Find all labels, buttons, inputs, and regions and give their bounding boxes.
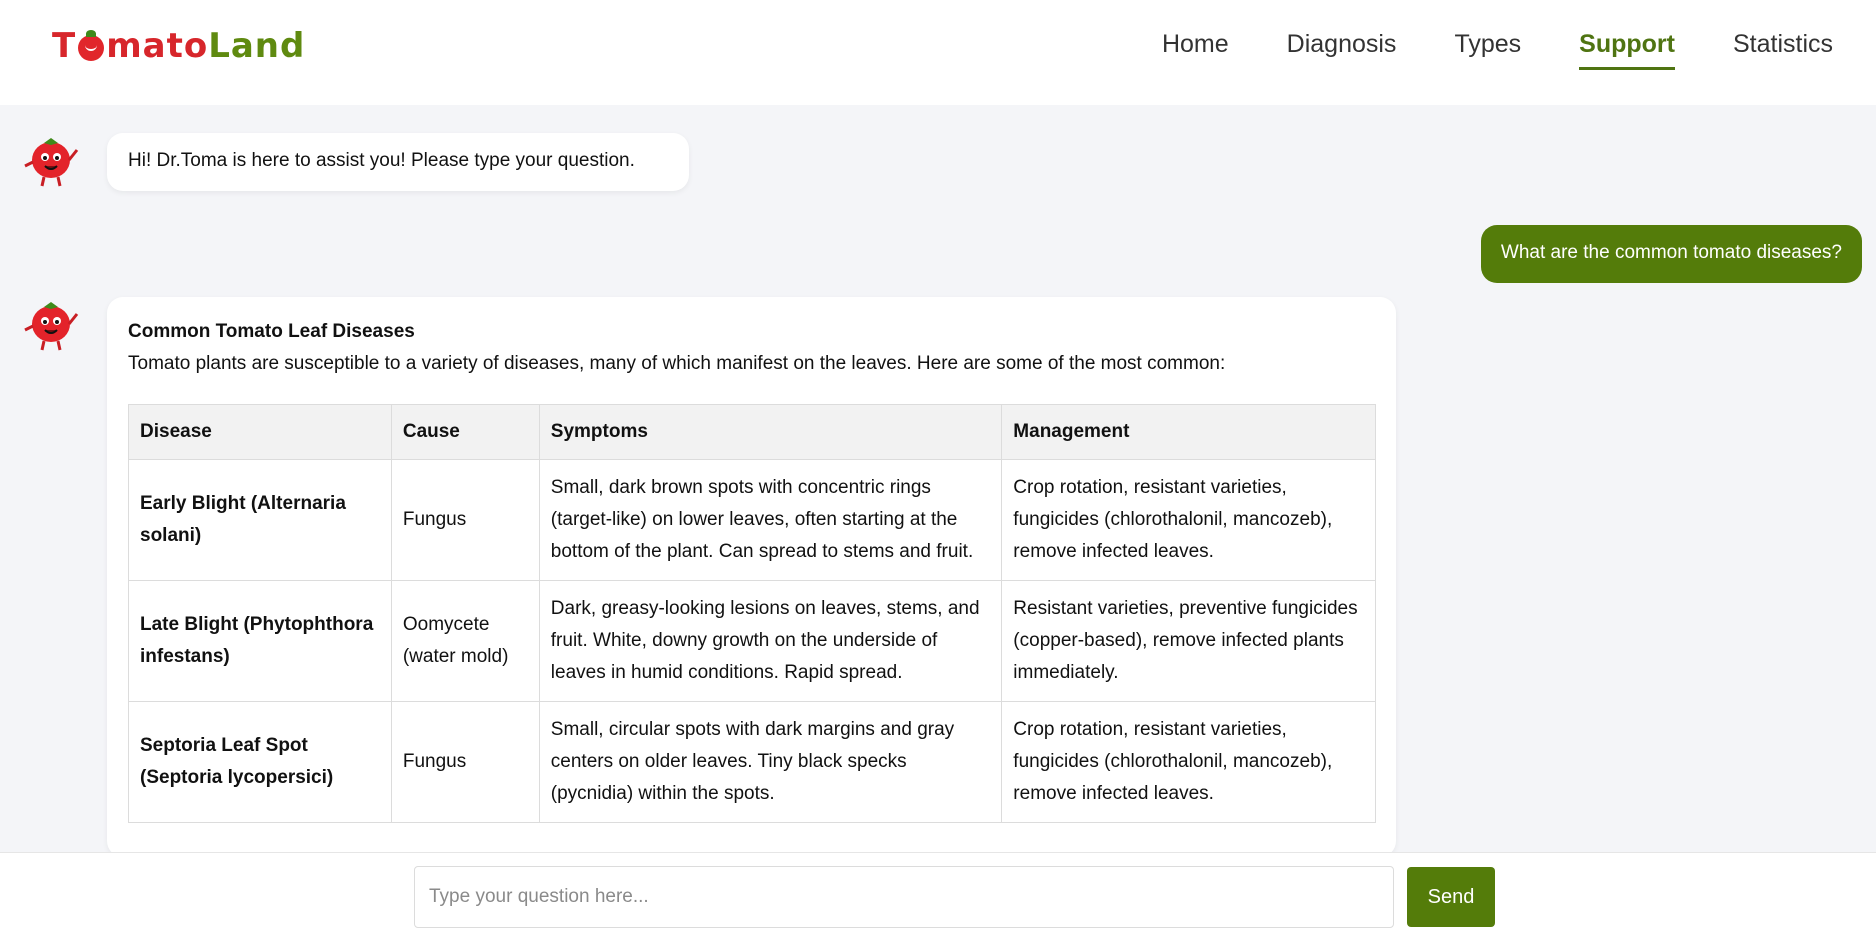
tomatoland-logo[interactable]: Tmato Land (52, 26, 305, 66)
dr-toma-avatar-icon (24, 138, 79, 187)
answer-intro: Tomato plants are susceptible to a varie… (128, 353, 1226, 374)
disease-cell: Septoria Leaf Spot (Septoria lycopersici… (128, 701, 392, 823)
logo-text-t: T (52, 26, 77, 66)
nav-home[interactable]: Home (1162, 30, 1229, 70)
disease-cell: Early Blight (Alternaria solani) (128, 459, 392, 581)
symptoms-cell: Small, dark brown spots with concentric … (538, 459, 1003, 581)
nav-statistics[interactable]: Statistics (1733, 30, 1833, 70)
header-symptoms: Symptoms (538, 404, 1003, 460)
dr-toma-avatar-icon (24, 302, 79, 351)
symptoms-cell: Small, circular spots with dark margins … (538, 701, 1003, 823)
management-cell: Resistant varieties, preventive fungicid… (1001, 580, 1376, 702)
logo-text-land: Land (208, 26, 306, 66)
main-nav: Home Diagnosis Types Support Statistics (1162, 30, 1833, 70)
bot-answer-message: Common Tomato Leaf Diseases Tomato plant… (107, 297, 1396, 857)
send-button[interactable]: Send (1407, 867, 1495, 927)
header-cause: Cause (390, 404, 540, 460)
logo-text-mato: mato (106, 26, 209, 66)
answer-title: Common Tomato Leaf Diseases (128, 321, 415, 342)
table-row: Late Blight (Phytophthora infestans) Oom… (128, 580, 1376, 702)
management-cell: Crop rotation, resistant varieties, fung… (1001, 459, 1376, 581)
table-row: Early Blight (Alternaria solani) Fungus … (128, 459, 1376, 581)
question-input[interactable] (414, 866, 1394, 928)
cause-cell: Fungus (390, 701, 540, 823)
header-management: Management (1001, 404, 1376, 460)
user-question-message: What are the common tomato diseases? (1480, 225, 1862, 283)
bot-greeting-message: Hi! Dr.Toma is here to assist you! Pleas… (107, 133, 689, 191)
disease-cell: Late Blight (Phytophthora infestans) (128, 580, 392, 702)
tomato-logo-icon (78, 30, 105, 61)
greeting-text: Hi! Dr.Toma is here to assist you! Pleas… (128, 150, 635, 171)
user-question-text: What are the common tomato diseases? (1500, 242, 1842, 263)
management-cell: Crop rotation, resistant varieties, fung… (1001, 701, 1376, 823)
table-header-row: Disease Cause Symptoms Management (128, 404, 1376, 460)
nav-support[interactable]: Support (1579, 30, 1675, 70)
nav-diagnosis[interactable]: Diagnosis (1287, 30, 1397, 70)
cause-cell: Oomycete (water mold) (390, 580, 540, 702)
table-row: Septoria Leaf Spot (Septoria lycopersici… (128, 701, 1376, 823)
diseases-table: Disease Cause Symptoms Management Early … (128, 404, 1376, 823)
cause-cell: Fungus (390, 459, 540, 581)
header-disease: Disease (128, 404, 392, 460)
top-header: Tmato Land Home Diagnosis Types Support S… (0, 0, 1876, 105)
chat-input-bar: Send (0, 852, 1876, 933)
nav-types[interactable]: Types (1454, 30, 1521, 70)
symptoms-cell: Dark, greasy-looking lesions on leaves, … (538, 580, 1003, 702)
